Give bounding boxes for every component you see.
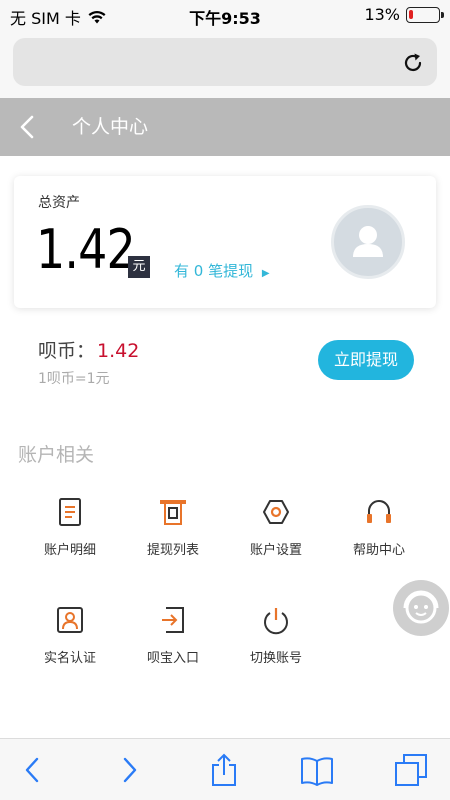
page-header: 个人中心	[0, 98, 450, 156]
browser-toolbar	[0, 738, 450, 800]
document-icon	[59, 498, 81, 526]
status-right: 13%	[364, 5, 444, 24]
currency-unit-badge: 元	[128, 256, 150, 278]
user-icon	[353, 226, 383, 257]
coin-label: 呗币：	[38, 340, 96, 362]
page-title: 个人中心	[72, 116, 149, 138]
power-icon	[264, 608, 288, 635]
total-assets-card: 总资产 1.42 元 有 0 笔提现 ▶	[14, 176, 436, 308]
account-section-title: 账户相关	[18, 444, 95, 466]
address-bar[interactable]	[13, 38, 437, 86]
share-icon[interactable]	[207, 753, 241, 787]
id-card-icon	[57, 607, 83, 633]
avatar[interactable]	[331, 205, 405, 279]
withdraw-suffix: 笔提现	[208, 262, 254, 280]
battery-icon	[406, 6, 444, 23]
switch-account-label: 切换账号	[249, 651, 302, 666]
account-details-item[interactable]: 账户明细	[20, 497, 120, 577]
beibao-entry-item[interactable]: 呗宝入口	[123, 605, 223, 685]
tabs-icon[interactable]	[394, 753, 428, 787]
account-settings-item[interactable]: 账户设置	[226, 497, 326, 577]
settings-icon	[263, 500, 289, 524]
battery-level	[409, 9, 413, 19]
withdraw-now-button[interactable]: 立即提现	[318, 340, 414, 380]
total-assets-label: 总资产	[38, 195, 80, 211]
total-assets-amount: 1.42	[36, 218, 136, 281]
real-name-auth-item[interactable]: 实名认证	[20, 605, 120, 685]
login-icon	[162, 607, 184, 633]
browser-address-area	[0, 30, 450, 98]
help-center-item[interactable]: 帮助中心	[329, 497, 429, 577]
withdraw-prefix: 有	[174, 262, 190, 280]
account-settings-label: 账户设置	[249, 543, 302, 558]
customer-service-icon	[403, 590, 439, 624]
beibao-entry-label: 呗宝入口	[146, 651, 199, 666]
account-details-label: 账户明细	[43, 543, 96, 558]
bookmarks-icon[interactable]	[300, 753, 334, 787]
browser-back-icon[interactable]	[16, 753, 50, 787]
browser-forward-icon[interactable]	[112, 753, 146, 787]
pending-withdrawals-link[interactable]: 有 0 笔提现 ▶	[174, 260, 270, 281]
coin-balance: 呗币： 1.42	[38, 336, 139, 363]
caret-right-icon: ▶	[261, 268, 270, 279]
withdraw-list-icon	[160, 500, 186, 525]
back-arrow-icon[interactable]	[16, 114, 40, 140]
status-bar: 无 SIM 卡 下午9:53 13%	[0, 0, 450, 30]
coin-value: 1.42	[97, 340, 140, 362]
help-center-label: 帮助中心	[352, 543, 405, 558]
coin-exchange-rate: 1呗币=1元	[38, 371, 110, 387]
real-name-auth-label: 实名认证	[43, 651, 96, 666]
headset-icon	[367, 500, 391, 523]
withdraw-list-label: 提现列表	[146, 543, 199, 558]
switch-account-item[interactable]: 切换账号	[226, 605, 326, 685]
customer-service-float-button[interactable]	[393, 580, 449, 636]
withdraw-list-item[interactable]: 提现列表	[123, 497, 223, 577]
reload-icon[interactable]	[401, 51, 425, 75]
withdraw-count: 0	[193, 262, 204, 280]
battery-percent: 13%	[364, 5, 400, 24]
